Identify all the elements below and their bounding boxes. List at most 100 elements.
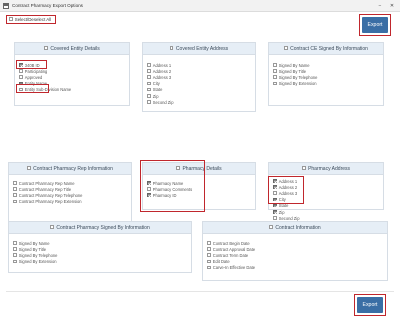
panel-select-checkbox[interactable] [169, 46, 174, 50]
panel-select-checkbox[interactable] [269, 225, 273, 229]
panel-contract-pharmacy-rep: Contract Pharmacy Rep Information Contra… [8, 162, 132, 222]
checkbox[interactable] [19, 63, 23, 67]
option-pharmacy-id[interactable]: Pharmacy ID [147, 192, 251, 198]
option-label: Second Zip [278, 215, 300, 221]
option-label: 340B ID [24, 62, 40, 68]
checkbox[interactable] [13, 241, 17, 245]
checkbox[interactable] [13, 187, 17, 191]
panel-header[interactable]: Covered Entity Address [143, 43, 255, 55]
checkbox[interactable] [19, 87, 23, 92]
export-button-bottom[interactable]: Export [357, 297, 383, 313]
checkbox[interactable] [19, 69, 23, 73]
checkbox[interactable] [13, 259, 17, 264]
checkbox[interactable] [273, 191, 277, 195]
panel-header[interactable]: Pharmacy Address [269, 163, 383, 175]
select-all-box[interactable] [9, 17, 13, 21]
option-label: Participating [24, 68, 48, 74]
panel-select-checkbox[interactable] [284, 46, 288, 50]
checkbox[interactable] [147, 63, 151, 67]
panel-header[interactable]: Contract CE Signed By Information [269, 43, 383, 55]
window-title: Contract Pharmacy Export Options [12, 3, 83, 8]
option-label: Signed By Title [278, 68, 307, 74]
checkbox[interactable] [207, 247, 211, 251]
checkbox[interactable] [273, 81, 277, 86]
checkbox[interactable] [147, 100, 151, 104]
checkbox[interactable] [147, 193, 151, 197]
app-window-icon [3, 3, 9, 9]
option-label: Signed By Name [18, 240, 50, 246]
select-all-checkbox[interactable]: Select/Deselect All [6, 15, 56, 24]
option-label: Contract Begin Date [212, 240, 250, 246]
checkbox[interactable] [273, 69, 277, 73]
option-label: Pharmacy Comments [152, 186, 193, 192]
option-label: Contract Pharmacy Rep Title [18, 186, 72, 192]
minimize-icon[interactable]: − [376, 2, 384, 10]
panel-title: Covered Entity Address [175, 45, 229, 52]
option-label: Zip [152, 93, 159, 99]
checkbox[interactable] [13, 193, 17, 197]
checkbox[interactable] [147, 69, 151, 73]
checkbox[interactable] [273, 179, 277, 183]
option-rep-extension[interactable]: Contract Pharmacy Rep Extension [13, 199, 127, 205]
checkbox[interactable] [207, 241, 211, 245]
panel-header[interactable]: Contract Pharmacy Signed By Information [9, 222, 191, 234]
option-label: Entity Sub-Division Name [24, 87, 72, 93]
checkbox[interactable] [273, 75, 277, 79]
panel-title: Contract CE Signed By Information [290, 45, 368, 52]
panel-header[interactable]: Covered Entity Details [15, 43, 129, 55]
panel-header[interactable]: Contract Pharmacy Rep Information [9, 163, 131, 175]
panel-select-checkbox[interactable] [44, 46, 48, 50]
option-label: Approved [24, 74, 43, 80]
checkbox[interactable] [19, 81, 23, 86]
option-second-zip[interactable]: Second Zip [147, 99, 251, 105]
checkbox[interactable] [147, 181, 151, 185]
checkbox[interactable] [207, 253, 211, 257]
panel-header[interactable]: Pharmacy Details [143, 163, 255, 175]
panel-select-checkbox[interactable] [27, 166, 31, 170]
checkbox[interactable] [19, 75, 23, 79]
checkbox[interactable] [147, 93, 151, 98]
option-label: Carve-In Effective Date [212, 265, 256, 271]
checkbox[interactable] [207, 259, 211, 264]
panel-select-checkbox[interactable] [301, 166, 306, 170]
option-label: Signed By Extension [278, 81, 317, 87]
panel-select-checkbox[interactable] [176, 166, 180, 170]
checkbox[interactable] [147, 187, 151, 191]
checkbox[interactable] [273, 63, 277, 67]
export-button-top[interactable]: Export [362, 17, 388, 33]
option-label: Pharmacy Name [152, 180, 184, 186]
checkbox[interactable] [273, 209, 277, 214]
option-label: Signed By Name [278, 62, 310, 68]
option-label: Zip [278, 209, 285, 215]
panel-header[interactable]: Contract Information [203, 222, 387, 234]
checkbox[interactable] [13, 181, 17, 185]
checkbox[interactable] [273, 216, 277, 220]
option-label: Contract Pharmacy Rep Extension [18, 199, 82, 205]
option-signed-by-extension[interactable]: Signed By Extension [273, 81, 379, 87]
checkbox[interactable] [147, 87, 151, 92]
option-label: City [152, 81, 160, 87]
panel-contract-ce-signed-by: Contract CE Signed By Information Signed… [268, 42, 384, 106]
option-label: Address 2 [278, 184, 298, 190]
checkbox[interactable] [13, 199, 17, 204]
checkbox[interactable] [147, 75, 151, 79]
option-signed-by-extension[interactable]: Signed By Extension [13, 259, 187, 265]
checkbox[interactable] [273, 203, 277, 208]
option-entity-sub-division-name[interactable]: Entity Sub-Division Name [19, 87, 125, 93]
checkbox[interactable] [13, 253, 17, 257]
panel-select-checkbox[interactable] [50, 225, 54, 229]
select-all-label: Select/Deselect All [14, 17, 52, 22]
checkbox[interactable] [273, 185, 277, 189]
checkbox[interactable] [147, 81, 151, 86]
checkbox[interactable] [207, 265, 211, 270]
window-titlebar: Contract Pharmacy Export Options − ✕ [0, 0, 400, 12]
export-bottom-highlight: Export [354, 294, 386, 316]
checkbox[interactable] [273, 197, 277, 202]
option-label: Signed By Title [18, 246, 47, 252]
option-label: Contract Pharmacy Rep Telephone [18, 192, 83, 198]
panel-title: Contract Pharmacy Signed By Information [56, 224, 150, 231]
option-label: State [278, 203, 289, 209]
close-icon[interactable]: ✕ [388, 2, 396, 10]
checkbox[interactable] [13, 247, 17, 251]
option-carve-in-effective-date[interactable]: Carve-In Effective Date [207, 265, 383, 271]
